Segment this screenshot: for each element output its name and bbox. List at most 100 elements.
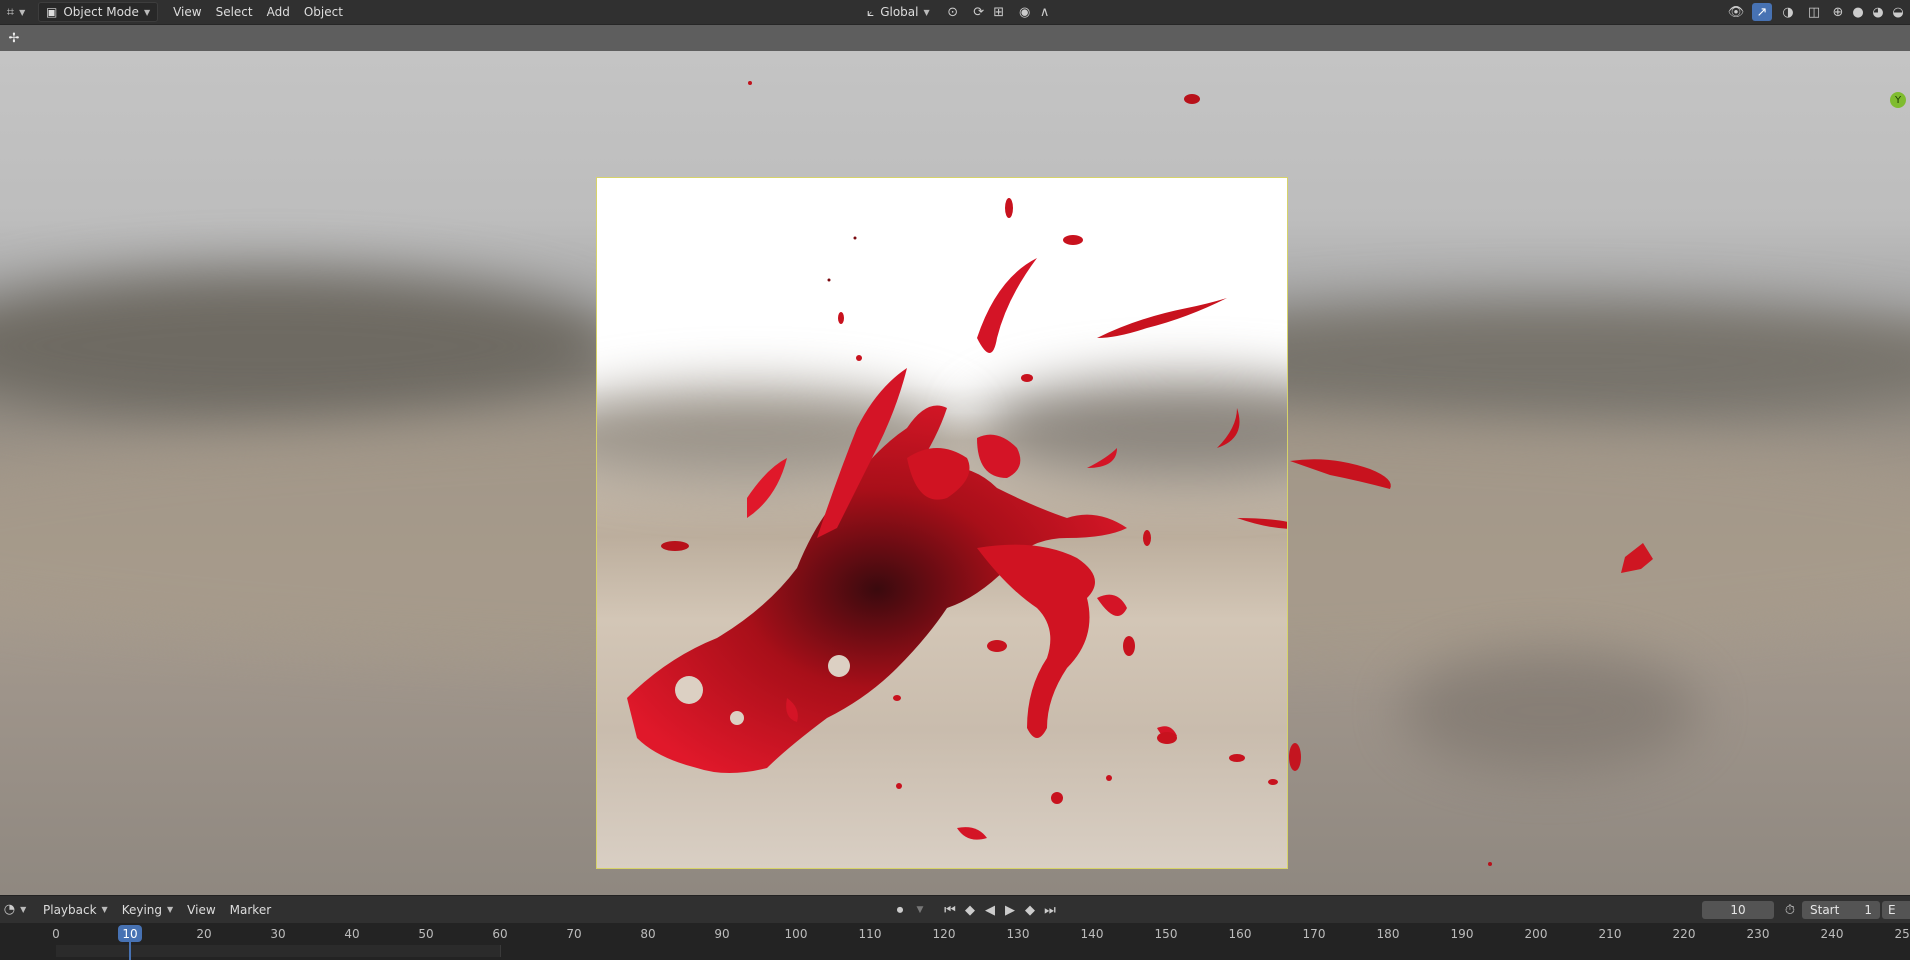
move-tool-icon[interactable]: ✢ (4, 29, 24, 47)
playhead[interactable]: 10 (118, 925, 142, 960)
ruler-tick-label: 110 (858, 927, 882, 941)
splash-hole (828, 655, 850, 677)
mode-dropdown[interactable]: ▣ Object Mode ▼ (38, 2, 159, 22)
prev-keyframe-icon[interactable]: ◆ (960, 901, 980, 919)
ruler-tick-label: 80 (640, 927, 656, 941)
proportional-editing-icon[interactable]: ◉ (1015, 3, 1035, 21)
shading-rendered-icon[interactable]: ◒ (1888, 3, 1908, 21)
menu-add[interactable]: Add (260, 3, 297, 21)
current-frame-field[interactable]: 10 (1702, 901, 1774, 919)
navigation-gizmo-y-axis[interactable]: Y (1890, 92, 1906, 108)
orientation-label: Global (880, 5, 919, 19)
menu-marker[interactable]: Marker (223, 901, 278, 919)
droplet (1143, 530, 1151, 546)
ruler-tick-mark (500, 945, 501, 957)
blood-splash (627, 198, 1287, 840)
chevron-down-icon: ▼ (101, 905, 108, 914)
snap-target-icon[interactable]: ⊞ (989, 3, 1009, 21)
ruler-tick-label: 50 (418, 927, 434, 941)
droplet (1268, 779, 1278, 785)
menu-label: Keying (121, 902, 163, 917)
next-keyframe-icon[interactable]: ◆ (1020, 901, 1040, 919)
overlays-icon[interactable]: ◑ (1778, 3, 1798, 21)
end-frame-field[interactable]: E (1882, 901, 1910, 919)
ruler-tick-label: 200 (1524, 927, 1548, 941)
keyframe-type-icon[interactable]: ▼ (910, 901, 930, 919)
splash-streak (977, 258, 1037, 353)
start-value: 1 (1864, 903, 1872, 917)
stopwatch-icon[interactable]: ⏱ (1780, 901, 1800, 919)
timeline-editor-icon[interactable]: ◔ ▼ (2, 901, 28, 919)
ruler-tick-label: 90 (714, 927, 730, 941)
droplet (838, 312, 844, 324)
current-frame-value: 10 (1730, 903, 1746, 917)
record-icon[interactable]: ⏺ (890, 901, 910, 919)
shading-material-icon[interactable]: ◕ (1868, 3, 1888, 21)
orientation-dropdown[interactable]: ⟀ Global ▼ (860, 3, 937, 21)
ruler-tick-label: 130 (1006, 927, 1030, 941)
ruler-tick-label: 180 (1376, 927, 1400, 941)
menu-playback[interactable]: Playback ▼ (36, 901, 115, 919)
menu-object[interactable]: Object (297, 3, 350, 21)
ruler-tick-label: 190 (1450, 927, 1474, 941)
chevron-down-icon: ▼ (167, 905, 174, 914)
ruler-tick-label: 100 (784, 927, 808, 941)
ruler-tick-label: 240 (1820, 927, 1844, 941)
gizmo-icon[interactable]: ↗ (1752, 3, 1772, 21)
ruler-tick-label: 30 (270, 927, 286, 941)
falloff-icon[interactable]: ∧ (1035, 3, 1055, 21)
camera-frame (596, 177, 1288, 869)
menu-view[interactable]: View (166, 3, 208, 21)
droplet (1488, 862, 1492, 866)
play-icon[interactable]: ▶ (1000, 901, 1020, 919)
timeline-header: ◔ ▼ Playback ▼ Keying ▼ View Marker ⏺ ▼ ⏮ ◆… (0, 895, 1910, 923)
splash-blob (977, 434, 1021, 478)
droplet (1157, 732, 1177, 744)
droplet (1123, 636, 1135, 656)
droplet (853, 236, 857, 240)
ruler-tick-label: 160 (1228, 927, 1252, 941)
shading-wireframe-icon[interactable]: ⊕ (1828, 3, 1848, 21)
jump-start-icon[interactable]: ⏮ (940, 901, 960, 919)
menu-select[interactable]: Select (209, 3, 260, 21)
droplet (896, 783, 902, 789)
xray-icon[interactable]: ◫ (1804, 3, 1824, 21)
droplet (1106, 775, 1112, 781)
editor-type-icon[interactable]: ⌗ ▼ (4, 3, 28, 21)
splash-streak (1237, 518, 1287, 529)
ruler-tick-label: 250 (1894, 927, 1910, 941)
ruler-tick-label: 140 (1080, 927, 1104, 941)
end-label: E (1888, 903, 1896, 917)
droplet (1005, 198, 1013, 218)
visibility-icon[interactable]: 👁 (1726, 3, 1746, 21)
menu-label: Playback (43, 902, 97, 917)
jump-end-icon[interactable]: ⏭ (1040, 901, 1060, 919)
droplet (856, 355, 862, 361)
mode-label: Object Mode (63, 5, 139, 19)
shading-solid-icon[interactable]: ● (1848, 3, 1868, 21)
splash-blob (747, 458, 787, 518)
viewport-header: ⌗ ▼ ▣ Object Mode ▼ View Select Add Objec… (0, 0, 1910, 25)
ruler-tick-label: 60 (492, 927, 508, 941)
droplet (1621, 543, 1653, 573)
droplet (987, 640, 1007, 652)
splash-blob (1097, 594, 1127, 616)
menu-view[interactable]: View (180, 901, 222, 919)
ruler-tick-label: 220 (1672, 927, 1696, 941)
start-label: Start (1810, 903, 1840, 917)
3d-viewport[interactable]: Y (0, 51, 1910, 895)
ruler-tick-label: 40 (344, 927, 360, 941)
play-reverse-icon[interactable]: ◀ (980, 901, 1000, 919)
pivot-point-icon[interactable]: ⊙ (943, 3, 963, 21)
ruler-tick-label: 120 (932, 927, 956, 941)
snap-icon[interactable]: ⟳ (969, 3, 989, 21)
menu-keying[interactable]: Keying ▼ (115, 901, 180, 919)
timeline-ruler[interactable]: 0 10 20 30 40 50 60 70 80 90 100 110 120 130 140 150 160… (0, 923, 1910, 960)
ruler-tick-label: 20 (196, 927, 212, 941)
start-frame-field[interactable]: Start 1 (1802, 901, 1880, 919)
droplet (1290, 459, 1391, 489)
droplet (893, 695, 901, 701)
tool-settings-bar: ✢ (0, 25, 1910, 51)
ruler-tick-label: 230 (1746, 927, 1770, 941)
transform-orientation-icon: ⟀ (867, 4, 875, 19)
